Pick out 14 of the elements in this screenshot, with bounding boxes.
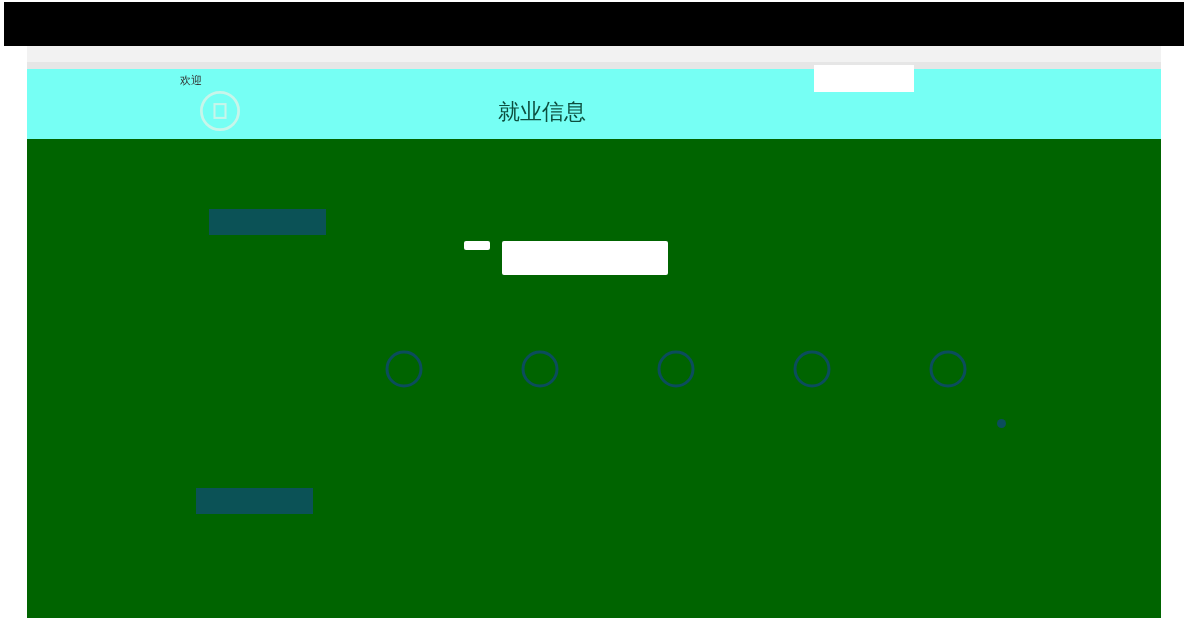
search-field[interactable]: [502, 241, 668, 275]
login-box[interactable]: [814, 65, 914, 92]
circle-icon[interactable]: [792, 349, 832, 389]
site-title: 就业信息: [498, 101, 586, 123]
emblem-icon: [200, 91, 240, 131]
circle-icon[interactable]: [656, 349, 696, 389]
circle-icon[interactable]: [384, 349, 424, 389]
section-tab[interactable]: [209, 209, 326, 235]
label-tag: [464, 241, 490, 250]
circle-icon[interactable]: [928, 349, 968, 389]
welcome-text: 欢迎: [180, 73, 202, 88]
dot-icon: [997, 419, 1006, 428]
section-tab[interactable]: [196, 488, 313, 514]
circle-icon[interactable]: [520, 349, 560, 389]
